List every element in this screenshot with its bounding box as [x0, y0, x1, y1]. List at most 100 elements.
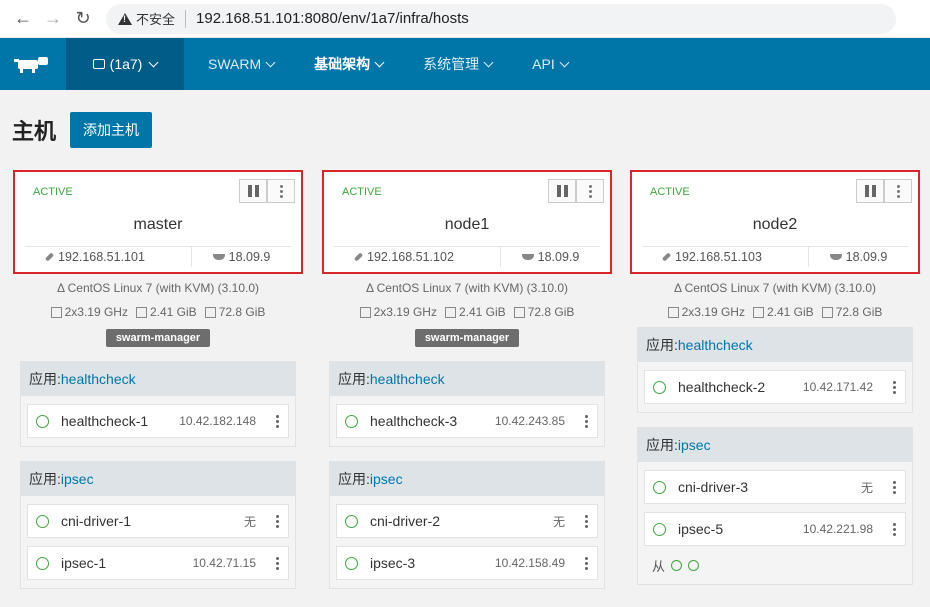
more-vertical-icon[interactable]	[270, 514, 284, 528]
more-button[interactable]	[576, 179, 604, 203]
cpu-icon	[667, 306, 679, 318]
container-row[interactable]: healthcheck-1 10.42.182.148	[27, 404, 289, 438]
host-card[interactable]: ACTIVE node2 192.168.51.103 18.09.9	[630, 170, 920, 274]
more-vertical-icon[interactable]	[270, 414, 284, 428]
stack-link[interactable]: ipsec	[370, 471, 403, 487]
more-button[interactable]	[884, 179, 912, 203]
more-vertical-icon[interactable]	[887, 380, 901, 394]
host-ip: 192.168.51.102	[367, 249, 454, 264]
container-row[interactable]: ipsec-1 10.42.71.15	[27, 546, 289, 580]
more-vertical-icon	[279, 184, 283, 198]
container-name[interactable]: healthcheck-2	[678, 379, 803, 395]
running-status-icon[interactable]	[671, 559, 683, 571]
address-bar[interactable]: 不安全 192.168.51.101:8080/env/1a7/infra/ho…	[106, 3, 896, 34]
stack-card: 应用: ipsec cni-driver-3 无 ipsec-5 10.42.22…	[637, 427, 913, 585]
running-status-icon	[36, 414, 49, 428]
pause-button[interactable]	[856, 179, 884, 203]
stack-prefix: 应用:	[29, 371, 61, 387]
host-cpu: 2x3.19 GHz	[681, 305, 745, 319]
app-navbar: (1a7) SWARM 基础架构 系统管理 API	[0, 38, 930, 90]
disk-icon	[204, 306, 216, 318]
stack-header: 应用: ipsec	[21, 462, 295, 496]
docker-version: 18.09.9	[845, 249, 888, 264]
container-name[interactable]: healthcheck-3	[370, 413, 495, 429]
container-row[interactable]: healthcheck-3 10.42.243.85	[336, 404, 598, 438]
host-info: Δ CentOS Linux 7 (with KVM) (3.10.0) 2x3…	[630, 281, 920, 319]
container-row[interactable]: cni-driver-3 无	[644, 470, 906, 504]
more-vertical-icon[interactable]	[579, 514, 593, 528]
reload-icon[interactable]: ↻	[68, 4, 98, 34]
disk-icon	[821, 306, 833, 318]
stack-link[interactable]: healthcheck	[678, 337, 753, 353]
container-name[interactable]: healthcheck-1	[61, 413, 179, 429]
forward-icon[interactable]: →	[38, 4, 68, 34]
container-name[interactable]: ipsec-1	[61, 555, 193, 571]
ip-icon	[353, 251, 364, 262]
container-name[interactable]: cni-driver-3	[678, 479, 861, 495]
menu-swarm[interactable]: SWARM	[208, 56, 276, 72]
host-card[interactable]: ACTIVE master 192.168.51.101 18.09.9	[13, 170, 303, 274]
container-row[interactable]: cni-driver-2 无	[336, 504, 598, 538]
container-row[interactable]: healthcheck-2 10.42.171.42	[644, 370, 906, 404]
stack-prefix: 应用:	[646, 437, 678, 453]
stack-header: 应用: healthcheck	[21, 362, 295, 396]
host-disk: 72.8 GiB	[835, 305, 883, 319]
pause-button[interactable]	[548, 179, 576, 203]
container-ip: 10.42.158.49	[494, 556, 565, 570]
sidekick-row: 从	[644, 554, 906, 576]
host-info: Δ CentOS Linux 7 (with KVM) (3.10.0) 2x3…	[13, 281, 303, 347]
environment-switcher[interactable]: (1a7)	[66, 38, 184, 90]
menu-infrastructure[interactable]: 基础架构	[314, 54, 385, 74]
stack-link[interactable]: ipsec	[61, 471, 94, 487]
stack-link[interactable]: healthcheck	[61, 371, 136, 387]
security-indicator[interactable]: 不安全	[118, 9, 175, 28]
chevron-down-icon	[559, 57, 570, 67]
menu-api[interactable]: API	[532, 56, 570, 72]
host-column: ACTIVE master 192.168.51.101 18.09.9 Δ C…	[13, 170, 303, 589]
stack-body: cni-driver-3 无 ipsec-5 10.42.221.98 从	[638, 462, 912, 584]
host-name[interactable]: node1	[324, 216, 610, 234]
container-row[interactable]: ipsec-3 10.42.158.49	[336, 546, 598, 580]
more-vertical-icon[interactable]	[270, 556, 284, 570]
host-name[interactable]: node2	[632, 216, 918, 234]
ip-icon	[44, 251, 55, 262]
more-vertical-icon[interactable]	[887, 522, 901, 536]
chevron-down-icon	[483, 57, 494, 67]
host-state: ACTIVE	[342, 186, 382, 198]
host-footer: 192.168.51.103 18.09.9	[642, 246, 908, 267]
host-memory: 2.41 GiB	[766, 305, 814, 319]
container-row[interactable]: ipsec-5 10.42.221.98	[644, 512, 906, 546]
menu-admin[interactable]: 系统管理	[423, 54, 494, 74]
container-name[interactable]: ipsec-5	[678, 521, 803, 537]
url-text[interactable]: 192.168.51.101:8080/env/1a7/infra/hosts	[196, 10, 469, 27]
container-name[interactable]: cni-driver-1	[61, 513, 244, 529]
container-name[interactable]: cni-driver-2	[370, 513, 553, 529]
rancher-logo-icon[interactable]	[0, 38, 66, 90]
stack-link[interactable]: ipsec	[678, 437, 711, 453]
page-header: 主机 添加主机	[0, 90, 930, 170]
host-name[interactable]: master	[15, 216, 301, 234]
stack-prefix: 应用:	[646, 337, 678, 353]
add-host-button[interactable]: 添加主机	[70, 112, 153, 148]
host-os-label: CentOS Linux 7 (with KVM) (3.10.0)	[67, 281, 260, 295]
pause-button[interactable]	[239, 179, 267, 203]
stack-header: 应用: ipsec	[330, 462, 604, 496]
environment-icon	[92, 59, 105, 69]
more-button[interactable]	[267, 179, 295, 203]
back-icon[interactable]: ←	[8, 4, 38, 34]
container-name[interactable]: ipsec-3	[370, 555, 495, 571]
more-vertical-icon[interactable]	[579, 556, 593, 570]
host-card[interactable]: ACTIVE node1 192.168.51.102 18.09.9	[322, 170, 612, 274]
stack-link[interactable]: healthcheck	[370, 371, 445, 387]
more-vertical-icon[interactable]	[579, 414, 593, 428]
docker-version: 18.09.9	[537, 249, 580, 264]
memory-icon	[752, 306, 764, 318]
host-memory: 2.41 GiB	[149, 305, 197, 319]
running-status-icon[interactable]	[688, 559, 700, 571]
running-status-icon	[653, 522, 666, 536]
more-vertical-icon[interactable]	[887, 480, 901, 494]
docker-icon	[212, 253, 225, 260]
container-row[interactable]: cni-driver-1 无	[27, 504, 289, 538]
more-vertical-icon	[896, 184, 900, 198]
stack-card: 应用: healthcheck healthcheck-3 10.42.243.8…	[329, 361, 605, 447]
